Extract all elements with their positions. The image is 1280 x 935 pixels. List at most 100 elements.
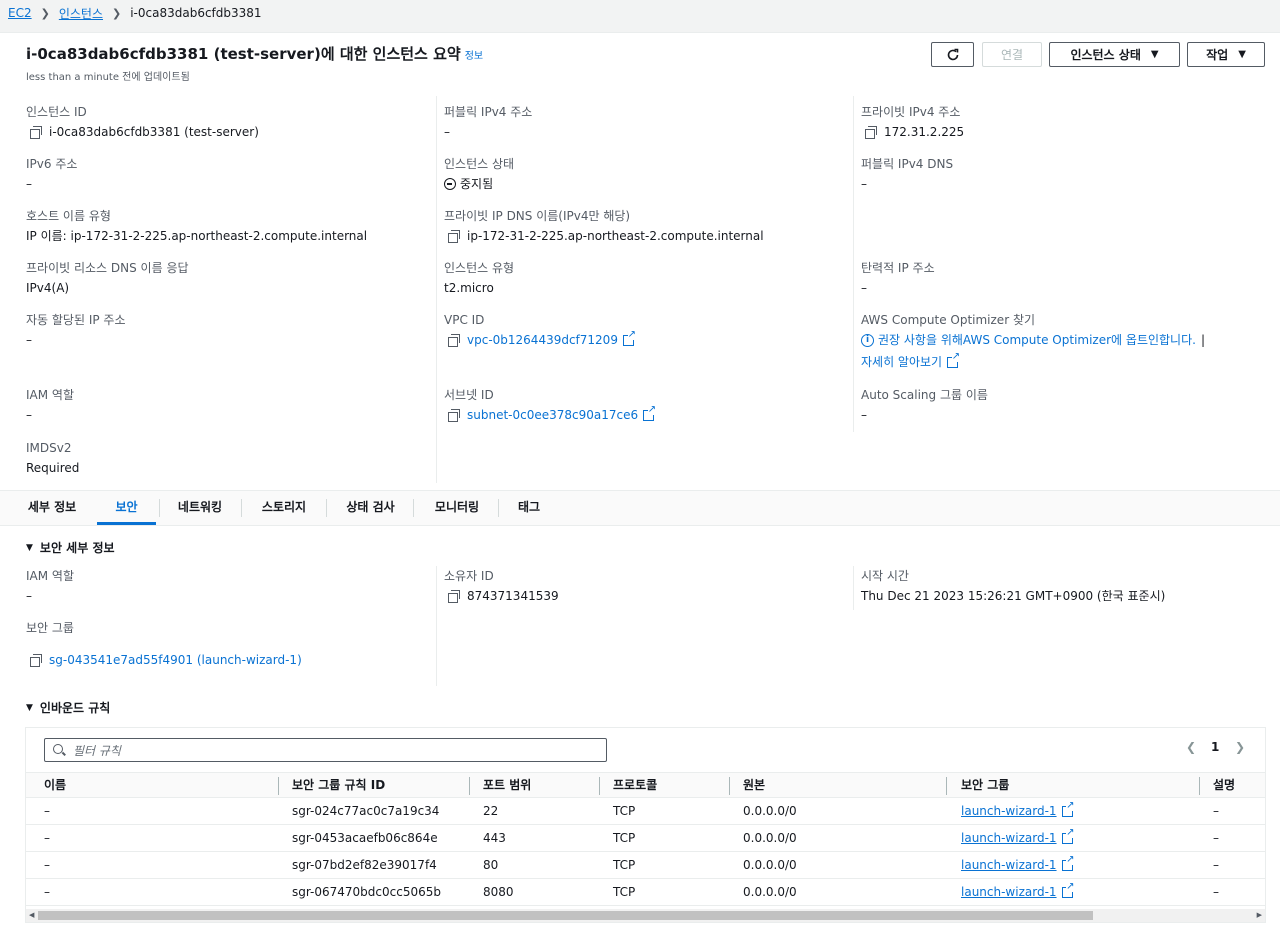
- actions-button[interactable]: 작업 ▼: [1187, 42, 1265, 67]
- field-label: 소유자 ID: [444, 569, 494, 583]
- copy-icon[interactable]: [448, 230, 460, 243]
- optimizer-link[interactable]: AWS Compute Optimizer: [963, 332, 1111, 348]
- tab-bar: 세부 정보 보안 네트워킹 스토리지 상태 검사 모니터링 태그: [0, 490, 1280, 526]
- tab-networking[interactable]: 네트워킹: [163, 491, 237, 525]
- security-details-toggle[interactable]: ▼ 보안 세부 정보: [26, 539, 115, 556]
- security-group-link[interactable]: launch-wizard-1: [961, 798, 1057, 825]
- cell-port: 443: [483, 831, 506, 845]
- private-dns-value: ip-172-31-2-225.ap-northeast-2.compute.i…: [467, 229, 764, 243]
- divider: [436, 566, 437, 686]
- table-row: – sgr-024c77ac0c7a19c34 22 TCP 0.0.0.0/0…: [26, 798, 1265, 825]
- tab-status-checks[interactable]: 상태 검사: [334, 491, 407, 525]
- owner-id-value: 874371341539: [467, 589, 559, 603]
- field-auto-ip: 자동 할당된 IP 주소 –: [26, 312, 436, 348]
- vpc-id-link[interactable]: vpc-0b1264439dcf71209: [467, 332, 618, 348]
- cell-rule-id: sgr-024c77ac0c7a19c34: [292, 804, 440, 818]
- security-group-link[interactable]: launch-wizard-1: [961, 825, 1057, 852]
- public-dns-value: –: [861, 177, 867, 191]
- column-resizer[interactable]: [729, 777, 730, 795]
- breadcrumb-ec2-link[interactable]: EC2: [8, 6, 32, 20]
- field-vpc-id: VPC ID vpc-0b1264439dcf71209: [444, 312, 852, 348]
- column-resizer[interactable]: [946, 777, 947, 795]
- instance-state-label: 인스턴스 상태: [1070, 48, 1141, 62]
- field-label: 프라이빗 IPv4 주소: [861, 105, 961, 119]
- inbound-rules-toggle[interactable]: ▼ 인바운드 규칙: [26, 699, 110, 716]
- instance-type-value: t2.micro: [444, 281, 494, 295]
- column-resizer[interactable]: [469, 777, 470, 795]
- tab-security[interactable]: 보안: [97, 491, 156, 525]
- column-header[interactable]: 설명: [1213, 773, 1235, 799]
- copy-icon[interactable]: [448, 409, 460, 422]
- page-number[interactable]: 1: [1211, 740, 1219, 754]
- field-sec-iam-role: IAM 역할 –: [26, 568, 426, 604]
- private-ipv4-value: 172.31.2.225: [884, 125, 965, 139]
- imdsv2-value: Required: [26, 461, 80, 475]
- external-link-icon: [1061, 801, 1075, 817]
- column-header[interactable]: 보안 그룹: [961, 773, 1009, 799]
- tab-divider: [413, 499, 414, 517]
- learn-more-link[interactable]: 자세히 알아보기: [861, 354, 942, 370]
- table-row: – sgr-07bd2ef82e39017f4 80 TCP 0.0.0.0/0…: [26, 852, 1265, 879]
- copy-icon[interactable]: [448, 590, 460, 603]
- tab-tags[interactable]: 태그: [508, 491, 550, 525]
- sec-iam-role-value: –: [26, 589, 32, 603]
- security-group-link[interactable]: sg-043541e7ad55f4901 (launch-wizard-1): [49, 652, 302, 668]
- hostname-type-value: IP 이름: ip-172-31-2-225.ap-northeast-2.co…: [26, 229, 368, 243]
- column-resizer[interactable]: [599, 777, 600, 795]
- column-header[interactable]: 원본: [743, 773, 765, 799]
- filter-rules-input[interactable]: 필터 규칙: [44, 738, 607, 762]
- breadcrumb: EC2 ❯ 인스턴스 ❯ i-0ca83dab6cfdb3381: [8, 4, 262, 22]
- column-header[interactable]: 프로토콜: [613, 773, 657, 799]
- connect-button[interactable]: 연결: [982, 42, 1042, 67]
- security-group-link[interactable]: launch-wizard-1: [961, 879, 1057, 906]
- tab-details[interactable]: 세부 정보: [16, 491, 88, 525]
- scroll-left-icon[interactable]: ◀: [29, 909, 34, 922]
- tab-monitoring[interactable]: 모니터링: [421, 491, 493, 525]
- divider: [853, 566, 854, 610]
- refresh-button[interactable]: [931, 42, 974, 67]
- prev-page-icon[interactable]: ❮: [1186, 740, 1196, 754]
- breadcrumb-current: i-0ca83dab6cfdb3381: [130, 6, 262, 20]
- external-link-icon: [622, 329, 636, 346]
- column-header[interactable]: 포트 범위: [483, 773, 531, 799]
- security-tab-content: ▼ 보안 세부 정보 IAM 역할 – 보안 그룹 sg-043541e7ad55…: [0, 526, 1280, 935]
- stopped-status-icon: [444, 178, 456, 190]
- caret-down-icon: ▼: [1150, 49, 1159, 60]
- field-label: 탄력적 IP 주소: [861, 261, 935, 275]
- column-header[interactable]: 이름: [44, 773, 66, 799]
- info-link[interactable]: 정보: [465, 51, 483, 62]
- filter-placeholder: 필터 규칙: [73, 743, 121, 758]
- copy-icon[interactable]: [30, 654, 42, 667]
- copy-icon[interactable]: [865, 126, 877, 139]
- scroll-right-icon[interactable]: ▶: [1257, 909, 1262, 922]
- instance-state-button[interactable]: 인스턴스 상태 ▼: [1049, 42, 1180, 67]
- chevron-right-icon: ❯: [40, 6, 50, 20]
- scrollbar-thumb[interactable]: [38, 911, 1093, 920]
- next-page-icon[interactable]: ❯: [1235, 740, 1245, 754]
- field-instance-type: 인스턴스 유형 t2.micro: [444, 260, 852, 296]
- instance-summary: 인스턴스 ID i-0ca83dab6cfdb3381 (test-server…: [0, 90, 1280, 490]
- breadcrumb-instances-link[interactable]: 인스턴스: [59, 5, 103, 22]
- iam-role-value: –: [26, 408, 32, 422]
- column-header[interactable]: 보안 그룹 규칙 ID: [292, 773, 385, 799]
- cell-source: 0.0.0.0/0: [743, 858, 797, 872]
- optimizer-separator: |: [1200, 333, 1206, 347]
- caret-down-icon: ▼: [1238, 49, 1246, 60]
- field-iam-role: IAM 역할 –: [26, 387, 436, 423]
- tab-storage[interactable]: 스토리지: [247, 491, 321, 525]
- security-group-link[interactable]: launch-wizard-1: [961, 852, 1057, 879]
- asg-value: –: [861, 408, 867, 422]
- tab-divider: [241, 499, 242, 517]
- tab-divider: [498, 499, 499, 517]
- field-label: IAM 역할: [26, 388, 74, 402]
- copy-icon[interactable]: [30, 126, 42, 139]
- column-resizer[interactable]: [1199, 777, 1200, 795]
- field-label: IMDSv2: [26, 441, 72, 455]
- copy-icon[interactable]: [448, 334, 460, 347]
- last-updated-text: less than a minute 전에 업데이트됨: [26, 72, 190, 83]
- column-resizer[interactable]: [278, 777, 279, 795]
- subnet-id-link[interactable]: subnet-0c0ee378c90a17ce6: [467, 407, 638, 423]
- refresh-icon: [947, 48, 958, 60]
- external-link-icon: [1061, 882, 1075, 898]
- horizontal-scrollbar[interactable]: ◀ ▶: [26, 909, 1265, 922]
